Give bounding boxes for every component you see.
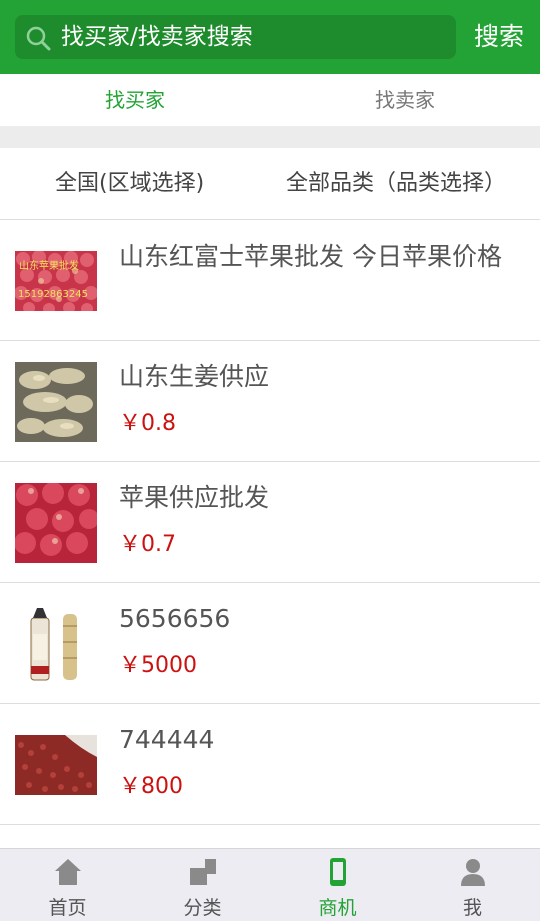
listing-price: ￥800 — [119, 774, 183, 799]
section-divider — [0, 126, 540, 148]
nav-category-label: 分类 — [183, 897, 222, 919]
nav-home-label: 首页 — [48, 897, 87, 919]
nav-me-label: 我 — [462, 897, 482, 919]
listing-thumbnail — [15, 604, 97, 684]
bottom-nav: 首页 分类 商机 我 — [0, 848, 540, 921]
listing-title: 744444 — [119, 725, 215, 754]
list-item[interactable]: 山东生姜供应 ￥0.8 — [0, 341, 540, 462]
category-icon — [190, 859, 216, 885]
tab-find-seller[interactable]: 找卖家 — [270, 74, 540, 126]
nav-me[interactable]: 我 — [405, 849, 540, 921]
top-bar: 找买家/找卖家搜索 搜索 — [0, 0, 540, 74]
phone-icon — [330, 858, 346, 886]
list-item[interactable]: 苹果供应批发 ￥0.7 — [0, 462, 540, 583]
listing-price: ￥0.7 — [119, 532, 176, 557]
listing-thumbnail — [15, 483, 97, 563]
apple-photo-icon — [15, 483, 97, 563]
listing-thumbnail — [15, 362, 97, 442]
listing-price: ￥5000 — [119, 653, 197, 678]
thumb-caption: 山东苹果批发 — [19, 261, 79, 272]
listing-title: 5656656 — [119, 604, 231, 633]
ginger-photo-icon — [15, 362, 97, 442]
listing-price: ￥0.8 — [119, 411, 176, 436]
search-icon — [26, 26, 51, 51]
product-photo-icon — [15, 604, 97, 684]
list-item[interactable]: 5656656 ￥5000 — [0, 583, 540, 704]
user-icon — [461, 859, 485, 886]
search-button[interactable]: 搜索 — [466, 15, 532, 59]
filter-bar: 全国(区域选择) 全部品类（品类选择） — [0, 148, 540, 220]
region-filter[interactable]: 全国(区域选择) — [55, 148, 204, 220]
nav-business[interactable]: 商机 — [270, 849, 405, 921]
listing-title: 山东生姜供应 — [119, 362, 270, 391]
listing-thumbnail: 山东苹果批发 15192863245 — [15, 251, 97, 311]
listing-list: 山东苹果批发 15192863245 山东红富士苹果批发 今日苹果价格 山东生姜… — [0, 220, 540, 825]
list-item[interactable]: 山东苹果批发 15192863245 山东红富士苹果批发 今日苹果价格 — [0, 220, 540, 341]
listing-title: 苹果供应批发 — [119, 483, 270, 512]
listing-title: 山东红富士苹果批发 今日苹果价格 — [119, 242, 502, 271]
category-filter[interactable]: 全部品类（品类选择） — [286, 148, 506, 220]
list-item[interactable]: 744444 ￥800 — [0, 704, 540, 825]
listing-thumbnail — [15, 735, 97, 795]
nav-home[interactable]: 首页 — [0, 849, 135, 921]
tab-find-buyer[interactable]: 找买家 — [0, 74, 270, 126]
tab-bar: 找买家 找卖家 — [0, 74, 540, 126]
home-icon — [55, 859, 81, 885]
red-bean-photo-icon — [15, 735, 97, 795]
nav-business-label: 商机 — [318, 897, 357, 919]
thumb-phone: 15192863245 — [18, 289, 88, 300]
search-placeholder: 找买家/找卖家搜索 — [61, 24, 253, 50]
search-input[interactable]: 找买家/找卖家搜索 — [15, 15, 456, 59]
nav-category[interactable]: 分类 — [135, 849, 270, 921]
